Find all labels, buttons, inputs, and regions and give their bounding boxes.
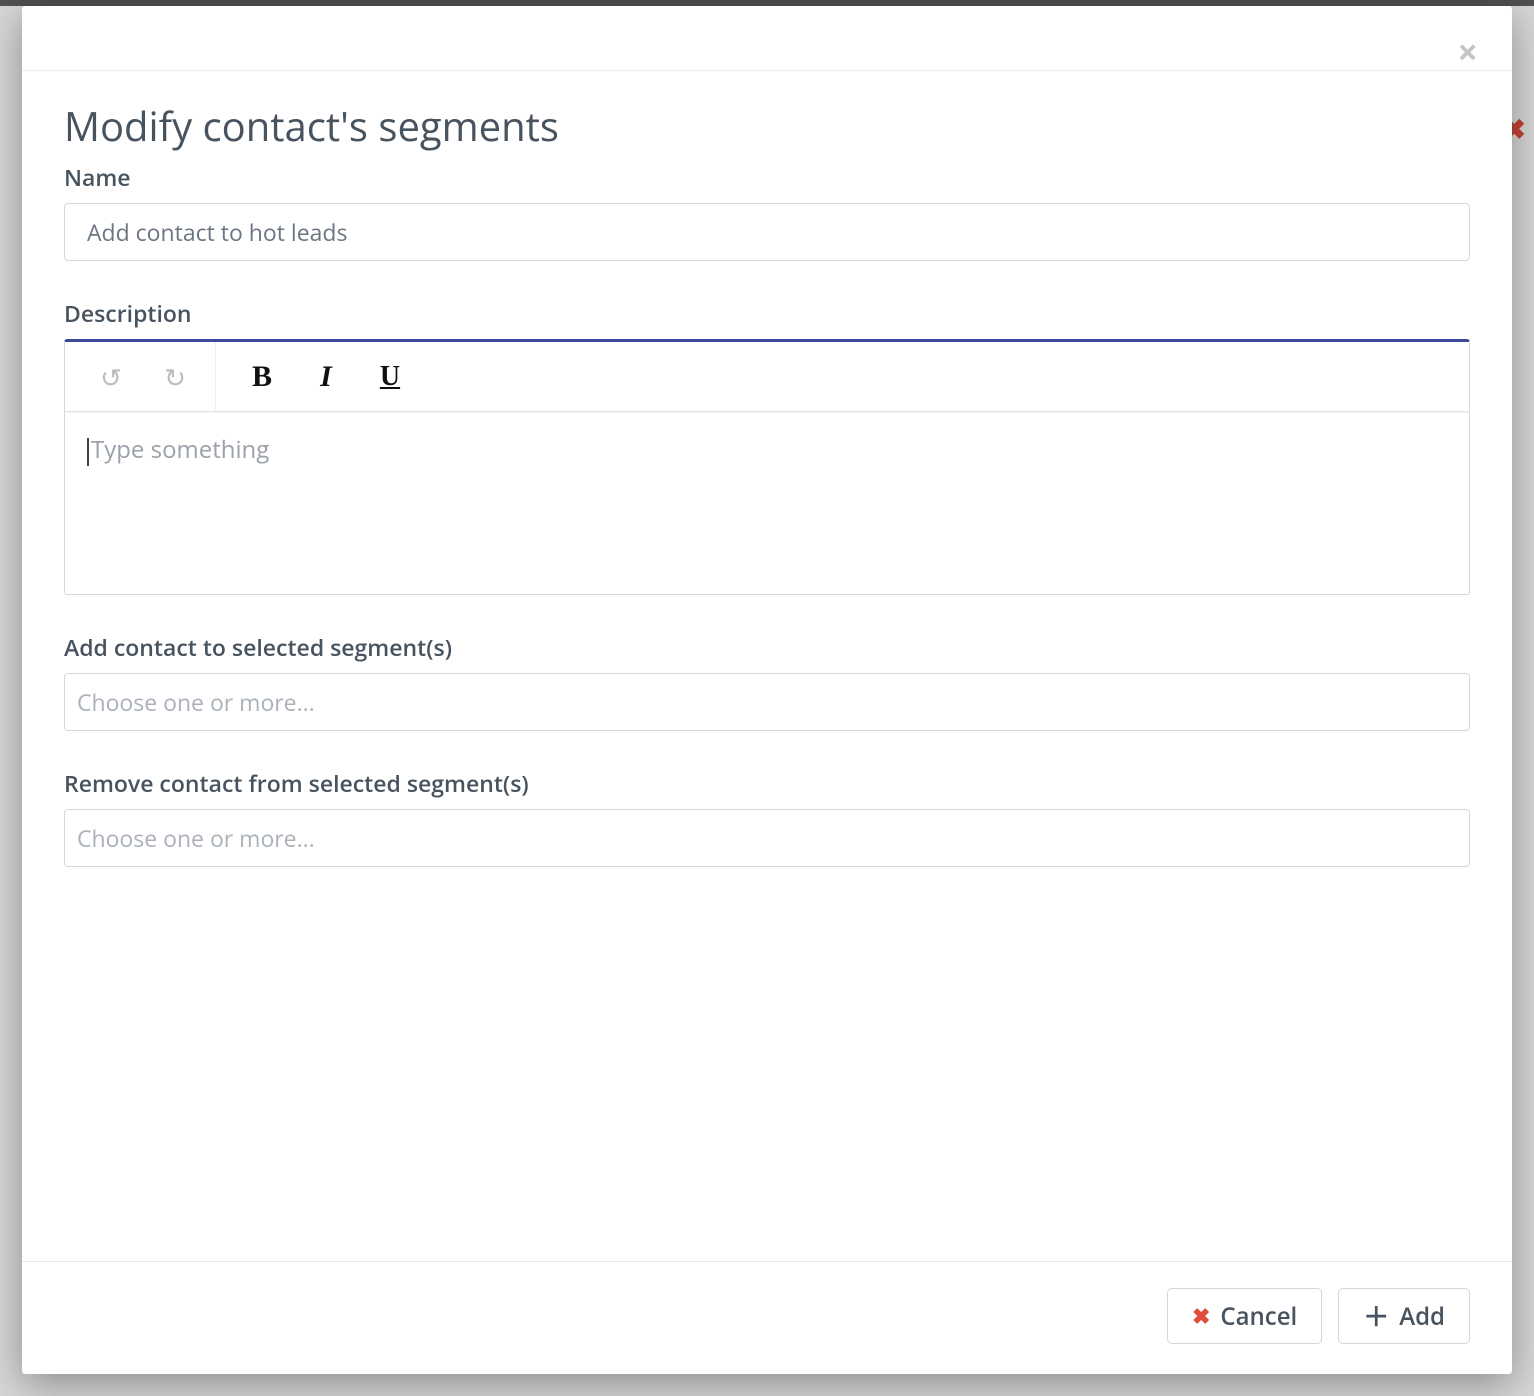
cancel-button[interactable]: ✖ Cancel: [1167, 1288, 1322, 1344]
bold-icon: B: [252, 360, 272, 394]
add-segments-placeholder: Choose one or more...: [77, 686, 315, 718]
cancel-button-label: Cancel: [1220, 1300, 1297, 1333]
add-button-label: Add: [1399, 1300, 1445, 1333]
description-placeholder: Type something: [91, 433, 269, 466]
modal-footer: ✖ Cancel ＋ Add: [22, 1261, 1512, 1374]
underline-button[interactable]: U: [358, 342, 422, 412]
description-textarea[interactable]: Type something: [65, 412, 1469, 594]
remove-segments-select[interactable]: Choose one or more...: [64, 809, 1470, 867]
italic-button[interactable]: I: [294, 342, 358, 412]
modal-header-divider: [22, 70, 1512, 71]
bold-button[interactable]: B: [230, 342, 294, 412]
description-label: Description: [64, 297, 1470, 329]
redo-icon[interactable]: [143, 342, 207, 412]
undo-icon[interactable]: [79, 342, 143, 412]
remove-segments-placeholder: Choose one or more...: [77, 822, 315, 854]
remove-segments-label: Remove contact from selected segment(s): [64, 767, 1470, 799]
editor-toolbar: B I U: [65, 342, 1469, 412]
x-icon: ✖: [1192, 1305, 1210, 1327]
name-input[interactable]: [64, 203, 1470, 261]
modal-body: Modify contact's segments Name Descripti…: [22, 6, 1512, 1261]
text-caret: [87, 438, 89, 466]
add-segments-select[interactable]: Choose one or more...: [64, 673, 1470, 731]
plus-icon: ＋: [1363, 1303, 1389, 1329]
add-segments-label: Add contact to selected segment(s): [64, 631, 1470, 663]
underline-icon: U: [380, 361, 400, 393]
modal-title: Modify contact's segments: [64, 98, 1470, 153]
add-button[interactable]: ＋ Add: [1338, 1288, 1470, 1344]
name-label: Name: [64, 161, 1470, 193]
toolbar-separator: [215, 342, 216, 412]
italic-icon: I: [320, 360, 332, 394]
close-icon[interactable]: ×: [1457, 34, 1478, 70]
description-editor: B I U Type something: [64, 339, 1470, 595]
modify-segments-modal: × Modify contact's segments Name Descrip…: [22, 6, 1512, 1374]
